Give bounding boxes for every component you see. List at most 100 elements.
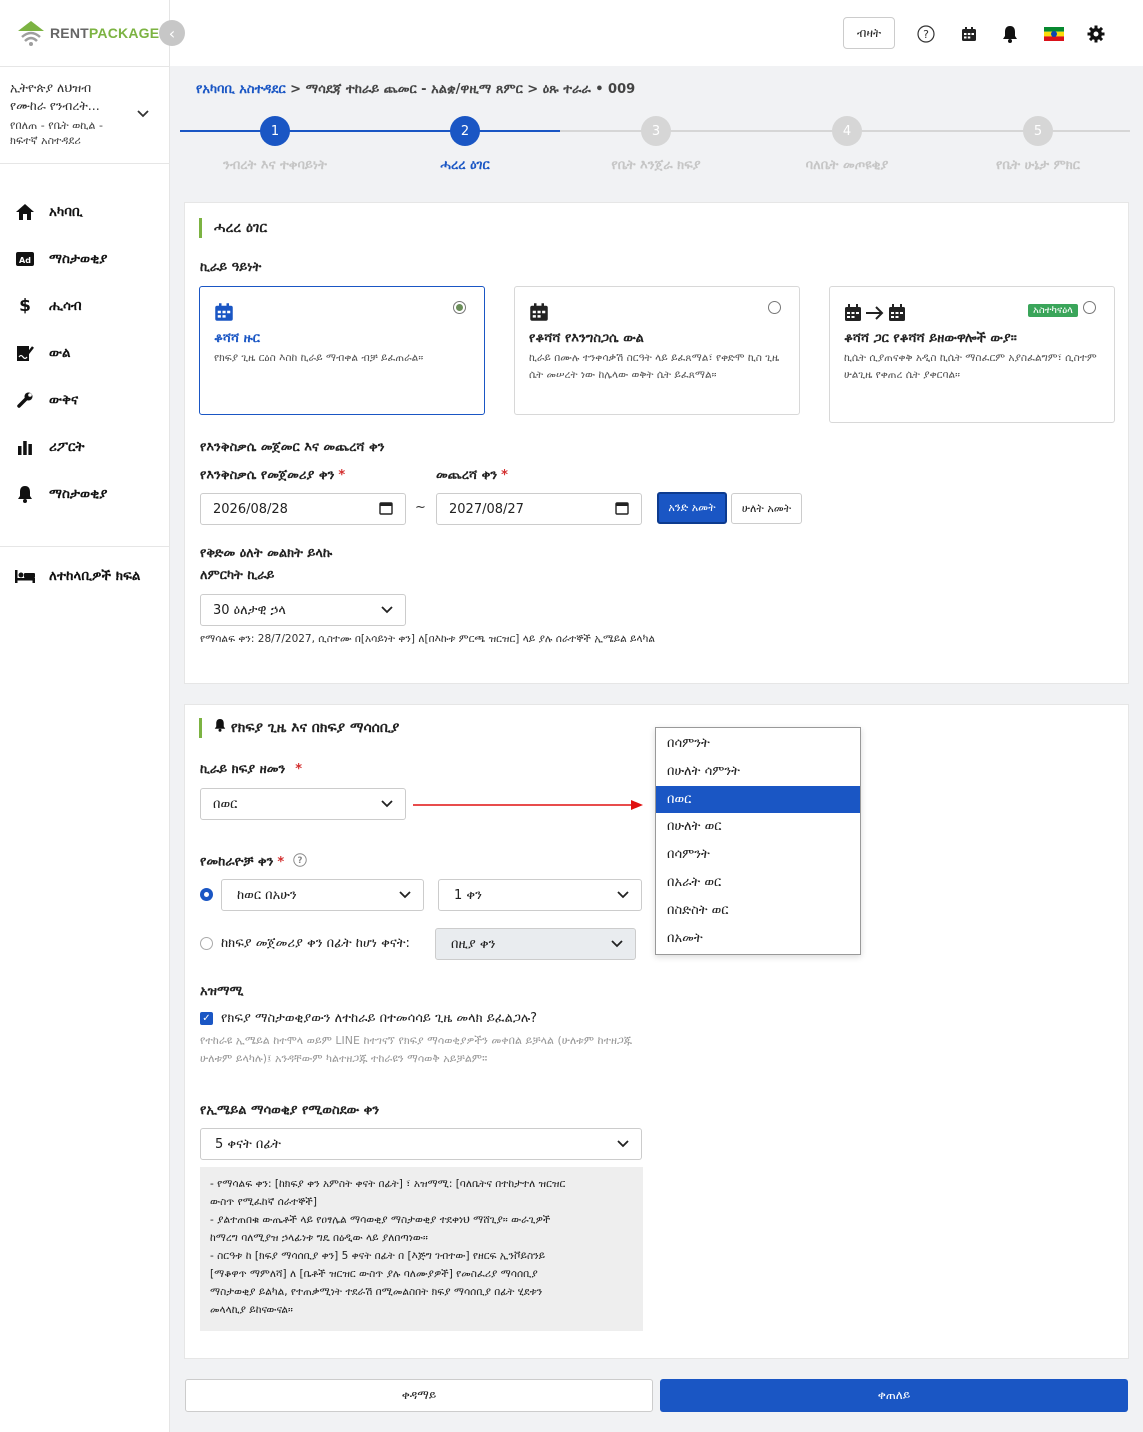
dropdown-option-weekly[interactable]: በሳምንት bbox=[656, 730, 860, 758]
org-name-line1: ኢትዮጵያ ለህዝብ bbox=[10, 80, 92, 95]
sidebar-item-contract[interactable]: ውል bbox=[0, 329, 170, 376]
collapse-sidebar-button[interactable]: ‹ bbox=[159, 20, 185, 46]
sidebar-bottom: ለተከላቢዎች ክፍል bbox=[0, 552, 170, 599]
breadcrumb: የአካባቢ አስተዳደር > ማሳደጃ ተከራይ ጨመር - አልቋ/ዋዚማ ጸ… bbox=[196, 82, 635, 97]
end-date-input[interactable]: 2027/08/27 bbox=[436, 493, 642, 525]
sidebar-nav: አካባቢ Ad ማስታወቂያ $ ሒሳብ ውል ውቅና ሪፖርት ማስታወቂያ bbox=[0, 188, 170, 517]
brand-name: RENTPACKAGE bbox=[50, 25, 160, 41]
payment-cycle-select[interactable]: በወር bbox=[200, 788, 406, 820]
org-role-line1: የበለጠ - የቤት ወኪል - bbox=[10, 119, 103, 132]
sidebar-item-area[interactable]: አካባቢ bbox=[0, 188, 170, 235]
send-reminder-label: የክፍያ ማስታወቂያውን ለተከራይ በተመሳሳይ ጊዜ መላክ ይፈልጋሉ? bbox=[221, 1011, 538, 1026]
ethiopia-flag-icon[interactable] bbox=[1044, 24, 1064, 44]
calendar-icon[interactable] bbox=[961, 24, 977, 44]
calendar-picker-icon[interactable] bbox=[379, 501, 393, 519]
dropdown-option-semiannual[interactable]: በስድስት ወር bbox=[656, 897, 860, 925]
svg-text:?: ? bbox=[297, 856, 302, 866]
next-button[interactable]: ቀጠለይ bbox=[660, 1379, 1128, 1412]
contract-icon bbox=[14, 343, 36, 363]
help-icon[interactable]: ? bbox=[917, 24, 935, 44]
chevron-down-icon bbox=[399, 887, 411, 905]
org-name-line2: የሙከራ የንብረት... bbox=[10, 98, 100, 113]
due-option-before-radio[interactable] bbox=[200, 937, 213, 950]
sidebar-item-ads[interactable]: Ad ማስታወቂያ bbox=[0, 235, 170, 282]
chevron-down-icon bbox=[617, 1136, 629, 1154]
step-3[interactable]: 3 የቤት እንጀራ ክፍያ bbox=[561, 116, 751, 173]
start-date-label: የእንቅስቃሴ የመጀመሪያ ቀን * bbox=[200, 468, 346, 483]
org-switcher[interactable]: ኢትዮጵያ ለህዝብ የሙከራ የንብረት... የበለጠ - የቤት ወኪል … bbox=[0, 66, 170, 164]
help-icon[interactable]: ? bbox=[293, 853, 307, 871]
due-before-select[interactable]: በዚያ ቀን bbox=[435, 928, 636, 960]
dropdown-option-quarterly[interactable]: በአራት ወር bbox=[656, 869, 860, 897]
org-role-line2: ክፍተኛ አስተዳደሪ bbox=[10, 134, 81, 147]
rent-type-radio-fixed[interactable] bbox=[453, 301, 466, 314]
breadcrumb-trail: > ማሳደጃ ተከራይ ጨመር - አልቋ/ዋዚማ ጸምር > ዕጹ ተራራ •… bbox=[285, 82, 636, 97]
due-before-label: ከክፍያ መጀመሪያ ቀን በፊት ከሆነ ቀናት: bbox=[221, 936, 410, 951]
reminder-help-text: የተከራዩ ኢሜይል ከተሞላ ወይም LINE ከተገናኘ የክፍያ ማሳወቂ… bbox=[200, 1034, 633, 1065]
one-year-button[interactable]: አንድ አመት bbox=[657, 492, 727, 524]
rent-type-option-fixed[interactable]: ቆሻሻ ዙር የክፍያ ጊዜ ርዕስ እስከ ኪራይ ማብቀል ብቻ ይፈጠራል… bbox=[199, 286, 485, 415]
logo[interactable]: RENTPACKAGE bbox=[16, 18, 159, 48]
login-button[interactable]: ብዛት bbox=[843, 17, 895, 49]
calendar-picker-icon[interactable] bbox=[615, 501, 629, 519]
recommended-badge: አስተካናዕላ bbox=[1028, 304, 1078, 317]
sidebar-item-notifications[interactable]: ማስታወቂያ bbox=[0, 470, 170, 517]
advance-notice-sublabel: ለምርካት ኪራይ bbox=[200, 568, 275, 583]
chevron-down-icon bbox=[136, 107, 150, 123]
advance-notice-select[interactable]: 30 ዕለታዊ ኃላ bbox=[200, 594, 406, 626]
rent-type-option-auto-renew[interactable]: ቆሻሻ ጋር የቆሻሻ ይዘውዋሎች ውያ። ኪሴት ሲያጠናቀቅ አዲስ ኪሴ… bbox=[829, 286, 1115, 423]
due-day-select[interactable]: 1 ቀን bbox=[438, 879, 642, 911]
sidebar-item-settings[interactable]: ውቅና bbox=[0, 376, 170, 423]
chevron-down-icon bbox=[381, 796, 393, 814]
home-icon bbox=[14, 202, 36, 222]
rent-type-radio-periodic[interactable] bbox=[768, 301, 781, 314]
end-date-label: መጨረሻ ቀን * bbox=[436, 468, 508, 483]
dropdown-option-biweekly[interactable]: በሁለት ሳምንት bbox=[656, 758, 860, 786]
rent-type-option-periodic[interactable]: የቆሻሻ የእንግስጋሴ ውል ኪራይ በሙሉ ተንቀሳቃሽ ስርዓት ላይ ይ… bbox=[514, 286, 800, 415]
reminder-label: አዝማሚ bbox=[200, 984, 244, 999]
start-date-input[interactable]: 2026/08/28 bbox=[200, 493, 406, 525]
rent-type-label: ኪራይ ዓይነት bbox=[200, 260, 262, 275]
two-year-button[interactable]: ሁለት አመት bbox=[731, 493, 802, 524]
annotation-arrow bbox=[413, 800, 643, 810]
advance-notice-note: የማሳልፍ ቀን: 28/7/2027, ሲስተሙ በ[አሳይነት ቀን] ለ[… bbox=[200, 633, 655, 645]
chevron-down-icon bbox=[381, 602, 393, 620]
reminder-info-box: - የማሳልፍ ቀን: [ከክፍያ ቀን አምስት ቀናት በፊት] ፣ አዝማ… bbox=[200, 1167, 643, 1331]
step-4[interactable]: 4 ባለቤት መጦዩቂያ bbox=[752, 116, 942, 173]
dropdown-option-yearly[interactable]: በአመት bbox=[656, 925, 860, 953]
dropdown-option-monthly[interactable]: በወር bbox=[656, 785, 860, 814]
bell-icon bbox=[214, 719, 226, 736]
due-month-select[interactable]: ከወር በአሁን bbox=[221, 879, 424, 911]
email-reminder-select[interactable]: 5 ቀናት በፊት bbox=[200, 1128, 642, 1160]
sidebar-item-accounting[interactable]: $ ሒሳብ bbox=[0, 282, 170, 329]
lease-period-label: የእንቅስቃሴ መጀመር እና መጨረሻ ቀን bbox=[200, 440, 385, 455]
previous-button[interactable]: ቀዳማይ bbox=[185, 1379, 653, 1412]
sidebar: RENTPACKAGE ‹ ኢትዮጵያ ለህዝብ የሙከራ የንብረት... የ… bbox=[0, 0, 185, 1432]
svg-text:?: ? bbox=[923, 28, 929, 41]
wrench-icon bbox=[14, 390, 36, 410]
topbar: ብዛት ? bbox=[170, 0, 1143, 66]
sidebar-item-report[interactable]: ሪፖርት bbox=[0, 423, 170, 470]
breadcrumb-root-link[interactable]: የአካባቢ አስተዳደር bbox=[196, 82, 286, 97]
payment-cycle-label: ኪራይ ክፍያ ዘመን * bbox=[200, 762, 303, 777]
rent-type-radio-auto-renew[interactable] bbox=[1083, 301, 1096, 314]
email-reminder-label: የኢሜይል ማሳወቂያ የሚወስደው ቀን bbox=[200, 1103, 380, 1118]
gear-icon[interactable] bbox=[1087, 24, 1105, 44]
check-icon: ✓ bbox=[202, 1013, 211, 1024]
payment-cycle-dropdown: በሳምንት በሁለት ሳምንት በወር በሁለት ወር በሳምንት በአራት ወ… bbox=[655, 727, 861, 955]
step-5[interactable]: 5 የቤት ሁኔታ ምክር bbox=[943, 116, 1133, 173]
dropdown-option-weekly-2[interactable]: በሳምንት bbox=[656, 841, 860, 869]
step-2[interactable]: 2 ሓረረ ዕገር bbox=[370, 116, 560, 173]
dollar-icon: $ bbox=[19, 295, 31, 316]
ad-icon: Ad bbox=[14, 249, 36, 269]
step-1[interactable]: 1 ንብረት እና ተቀባይነት bbox=[180, 116, 370, 173]
send-reminder-checkbox[interactable]: ✓ bbox=[200, 1012, 213, 1025]
due-date-label: የመከራዮቻ ቀን * ? bbox=[200, 853, 307, 871]
dropdown-option-bimonthly[interactable]: በሁለት ወር bbox=[656, 813, 860, 841]
notification-bell-icon[interactable] bbox=[1002, 24, 1018, 44]
wizard-stepper: 1 ንብረት እና ተቀባይነት 2 ሓረረ ዕገር 3 የቤት እንጀራ ክፍ… bbox=[180, 116, 1130, 176]
house-logo-icon bbox=[16, 19, 46, 47]
sidebar-item-tenant-rooms[interactable]: ለተከላቢዎች ክፍል bbox=[0, 552, 170, 599]
due-option-monthly-radio[interactable] bbox=[200, 888, 213, 901]
lease-terms-card: ሓረረ ዕገር ኪራይ ዓይነት ቆሻሻ ዙር የክፍያ ጊዜ ርዕስ እስከ … bbox=[184, 202, 1129, 684]
